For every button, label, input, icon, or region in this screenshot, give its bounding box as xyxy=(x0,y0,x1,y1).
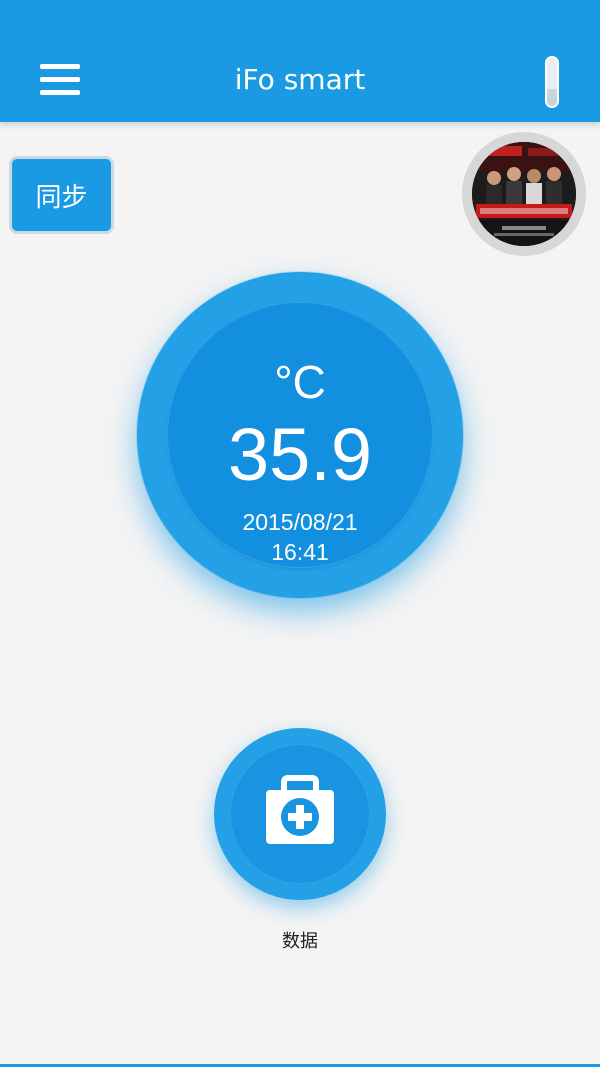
reading-date: 2015/08/21 xyxy=(242,509,358,535)
temperature-value: 35.9 xyxy=(227,413,373,496)
app-header: iFo smart xyxy=(0,0,600,122)
battery-icon xyxy=(545,56,559,108)
medical-kit-icon xyxy=(266,775,334,844)
temperature-unit: °C xyxy=(274,356,326,408)
battery-level-fill xyxy=(547,89,557,106)
data-button-inner xyxy=(230,744,370,884)
data-button[interactable] xyxy=(214,728,386,900)
user-avatar[interactable] xyxy=(462,132,586,256)
app-title: iFo smart xyxy=(234,63,366,96)
reading-time: 16:41 xyxy=(271,539,329,565)
temperature-gauge-inner: °C 35.9 2015/08/21 16:41 xyxy=(167,302,433,568)
temperature-gauge: °C 35.9 2015/08/21 16:41 xyxy=(137,272,463,598)
avatar-photo-graphic xyxy=(472,142,576,246)
avatar-image xyxy=(472,142,576,246)
data-button-label: 数据 xyxy=(282,931,318,952)
sync-button[interactable]: 同步 xyxy=(9,156,114,234)
